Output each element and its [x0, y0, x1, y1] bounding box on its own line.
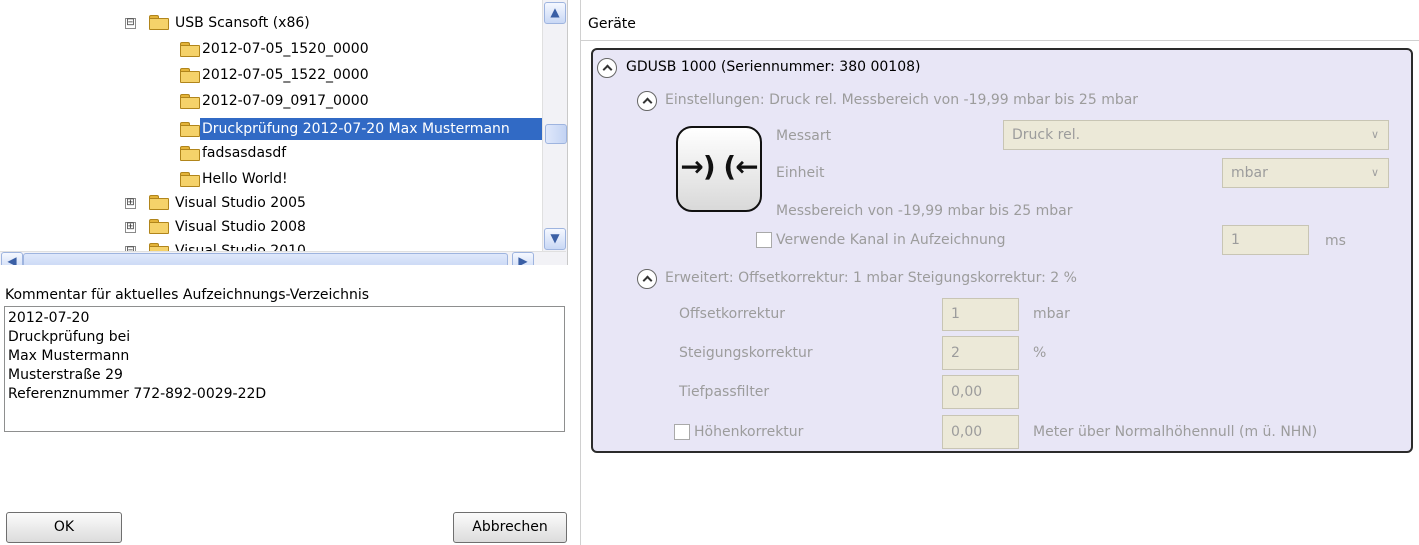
folder-tree[interactable]: ⊟ USB Scansoft (x86) 2012-07-05_1520_000…: [0, 0, 568, 265]
tree-item-label: 2012-07-05_1520_0000: [202, 41, 369, 57]
chevron-down-icon: ∨: [1370, 128, 1380, 141]
folder-icon: [180, 146, 200, 161]
folder-icon: [180, 122, 200, 137]
expand-icon[interactable]: ⊞: [125, 222, 136, 233]
tree-item-label: 2012-07-05_1522_0000: [202, 67, 369, 83]
tree-item-label: Hello World!: [202, 171, 288, 187]
collapse-advanced-icon[interactable]: [637, 269, 657, 289]
folder-icon: [180, 172, 200, 187]
folder-icon: [180, 68, 200, 83]
scroll-down-button[interactable]: ▼: [544, 228, 566, 250]
scroll-right-button[interactable]: ▶: [512, 252, 534, 265]
cancel-button[interactable]: Abbrechen: [453, 512, 567, 543]
messart-label: Messart: [776, 128, 832, 144]
comment-label: Kommentar für aktuelles Aufzeichnungs-Ve…: [5, 287, 370, 303]
use-channel-label: Verwende Kanal in Aufzeichnung: [776, 232, 1006, 248]
messart-value: Druck rel.: [1012, 127, 1081, 143]
offset-input[interactable]: 1: [942, 298, 1019, 331]
offset-label: Offsetkorrektur: [679, 306, 786, 322]
sensor-glyph: →) (←: [680, 150, 758, 183]
lowpass-label: Tiefpassfilter: [679, 384, 770, 400]
height-correction-label: Höhenkorrektur: [694, 424, 804, 440]
tree-item-selected[interactable]: Druckprüfung 2012-07-20 Max Mustermann: [178, 118, 542, 140]
folder-icon: [149, 15, 169, 30]
height-correction-checkbox[interactable]: [674, 424, 690, 440]
einheit-value: mbar: [1231, 165, 1268, 181]
advanced-header: Erweitert: Offsetkorrektur: 1 mbar Steig…: [665, 270, 1077, 286]
tree-item-label: 2012-07-09_0917_0000: [202, 93, 369, 109]
tree-item-label: USB Scansoft (x86): [175, 15, 310, 31]
slope-input[interactable]: 2: [942, 336, 1019, 370]
settings-header: Einstellungen: Druck rel. Messbereich vo…: [665, 92, 1139, 108]
comment-line: Referenznummer 772-892-0029-22D: [8, 386, 267, 402]
scroll-thumb[interactable]: [23, 253, 508, 265]
vertical-scrollbar[interactable]: ▲ ▼: [542, 0, 567, 265]
collapse-device-icon[interactable]: [597, 58, 617, 78]
folder-icon: [149, 219, 169, 234]
chevron-down-icon: ∨: [1370, 166, 1380, 179]
use-channel-checkbox[interactable]: [756, 232, 772, 248]
expand-icon[interactable]: ⊞: [125, 198, 136, 209]
lowpass-input[interactable]: 0,00: [942, 375, 1019, 409]
ok-button[interactable]: OK: [6, 512, 122, 543]
messart-select[interactable]: Druck rel. ∨: [1003, 120, 1389, 150]
tree-item-label: Visual Studio 2008: [175, 219, 306, 235]
scroll-up-button[interactable]: ▲: [544, 2, 566, 24]
folder-icon: [180, 94, 200, 109]
tree-item-label: fadsasdasdf: [202, 145, 287, 161]
comment-line: 2012-07-20: [8, 310, 90, 326]
height-unit: Meter über Normalhöhennull (m ü. NHN): [1033, 424, 1318, 440]
range-text: Messbereich von -19,99 mbar bis 25 mbar: [776, 203, 1073, 219]
scroll-left-button[interactable]: ◀: [1, 252, 23, 265]
device-title: GDUSB 1000 (Seriennummer: 380 00108): [626, 59, 921, 75]
einheit-select[interactable]: mbar ∨: [1222, 158, 1389, 188]
einheit-label: Einheit: [776, 165, 825, 181]
folder-icon: [180, 42, 200, 57]
interval-input[interactable]: 1: [1222, 225, 1309, 255]
tree-item-label: Druckprüfung 2012-07-20 Max Mustermann: [200, 118, 542, 140]
interval-unit: ms: [1325, 233, 1346, 249]
height-input[interactable]: 0,00: [942, 415, 1019, 449]
collapse-settings-icon[interactable]: [637, 91, 657, 111]
comment-line: Musterstraße 29: [8, 367, 123, 383]
comment-line: Max Mustermann: [8, 348, 130, 364]
offset-unit: mbar: [1033, 306, 1070, 322]
folder-icon: [149, 195, 169, 210]
horizontal-scrollbar[interactable]: ◀ ▶: [0, 251, 566, 265]
slope-label: Steigungskorrektur: [679, 345, 813, 361]
comment-textarea[interactable]: 2012-07-20 Druckprüfung bei Max Musterma…: [4, 306, 565, 432]
slope-unit: %: [1033, 345, 1047, 361]
comment-line: Druckprüfung bei: [8, 329, 131, 345]
section-title: Geräte: [588, 16, 636, 32]
pressure-sensor-icon: →) (←: [676, 126, 762, 212]
collapse-icon[interactable]: ⊟: [125, 18, 136, 29]
scroll-thumb[interactable]: [545, 124, 567, 144]
tree-item-label: Visual Studio 2005: [175, 195, 306, 211]
